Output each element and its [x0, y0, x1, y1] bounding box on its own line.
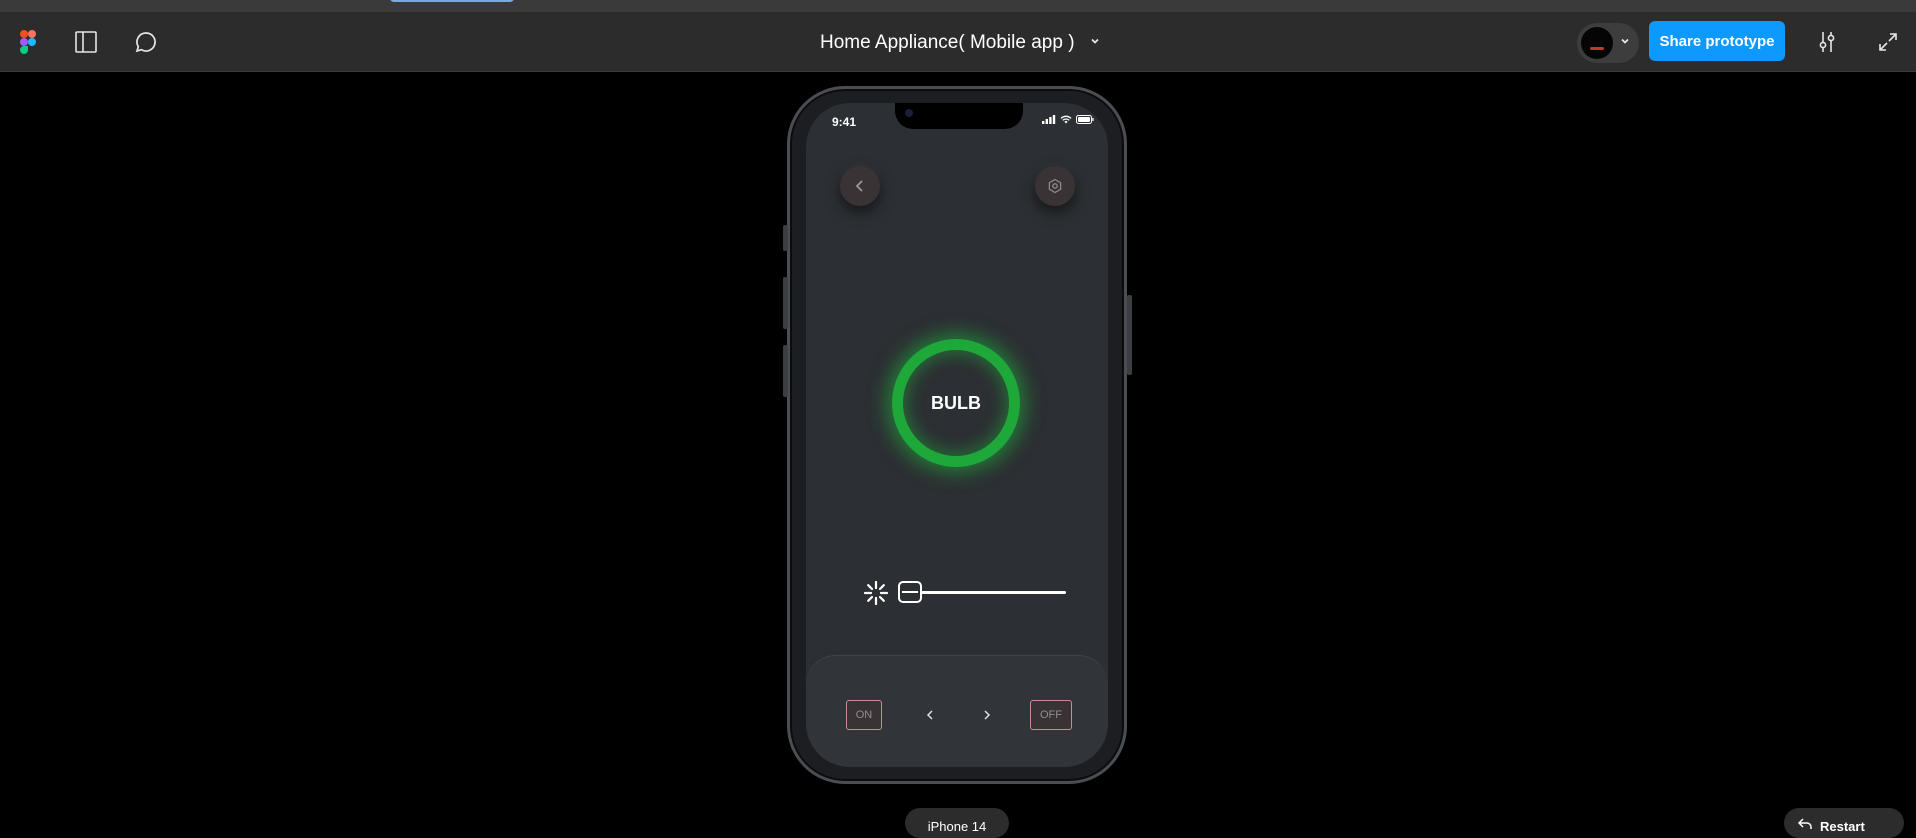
- chevron-left-icon: [855, 180, 863, 192]
- phone-notch: [895, 103, 1023, 129]
- file-title: Home Appliance( Mobile app ): [820, 31, 1075, 53]
- sidebar-panel-icon[interactable]: [74, 29, 98, 55]
- device-status-ring[interactable]: BULB: [892, 339, 1020, 467]
- phone-volume-down: [783, 345, 788, 397]
- iphone-frame: 9:41 BULB ON OFF: [783, 86, 1132, 784]
- prototype-toolbar: Home Appliance( Mobile app ) Share proto…: [0, 13, 1916, 72]
- next-button[interactable]: [977, 705, 997, 725]
- settings-hex-icon: [1048, 178, 1062, 194]
- phone-mute-switch: [783, 225, 788, 251]
- figma-logo-icon[interactable]: [18, 29, 38, 55]
- file-title-group[interactable]: Home Appliance( Mobile app ): [820, 13, 1101, 72]
- comment-icon[interactable]: [134, 29, 158, 55]
- battery-icon: [1076, 115, 1094, 124]
- status-time: 9:41: [832, 115, 857, 129]
- control-panel: ON OFF: [806, 655, 1108, 767]
- restart-button[interactable]: Restart: [1784, 808, 1904, 838]
- fullscreen-icon[interactable]: [1876, 29, 1900, 55]
- avatar: [1581, 27, 1613, 59]
- brightness-sun-icon: [863, 580, 889, 606]
- settings-button[interactable]: [1035, 166, 1075, 206]
- chevron-down-icon: [1619, 34, 1631, 52]
- restart-icon: [1798, 818, 1812, 829]
- brightness-slider[interactable]: [862, 577, 1066, 607]
- chevron-down-icon[interactable]: [1089, 34, 1101, 52]
- user-menu[interactable]: [1577, 23, 1639, 63]
- slider-thumb[interactable]: [898, 581, 922, 603]
- device-name-label: BULB: [931, 392, 981, 413]
- off-button[interactable]: OFF: [1030, 700, 1072, 730]
- active-tab-indicator[interactable]: [390, 0, 514, 2]
- phone-power-button: [1127, 295, 1132, 375]
- front-camera: [905, 109, 913, 117]
- app-screen: 9:41 BULB ON OFF: [806, 103, 1108, 767]
- chevron-left-icon: [926, 710, 933, 720]
- device-selector[interactable]: iPhone 14: [905, 808, 1009, 838]
- phone-volume-up: [783, 277, 788, 329]
- signal-icon: [1042, 115, 1056, 124]
- device-label: iPhone 14: [927, 819, 987, 834]
- slider-track[interactable]: [898, 591, 1066, 594]
- wifi-icon: [1060, 115, 1072, 124]
- settings-sliders-icon[interactable]: [1815, 29, 1839, 55]
- back-button[interactable]: [840, 166, 880, 206]
- share-prototype-button[interactable]: Share prototype: [1649, 21, 1785, 61]
- previous-button[interactable]: [920, 705, 940, 725]
- status-icons: [1042, 115, 1094, 124]
- browser-tab-strip: [0, 0, 1916, 13]
- chevron-right-icon: [984, 710, 991, 720]
- on-button[interactable]: ON: [846, 700, 882, 730]
